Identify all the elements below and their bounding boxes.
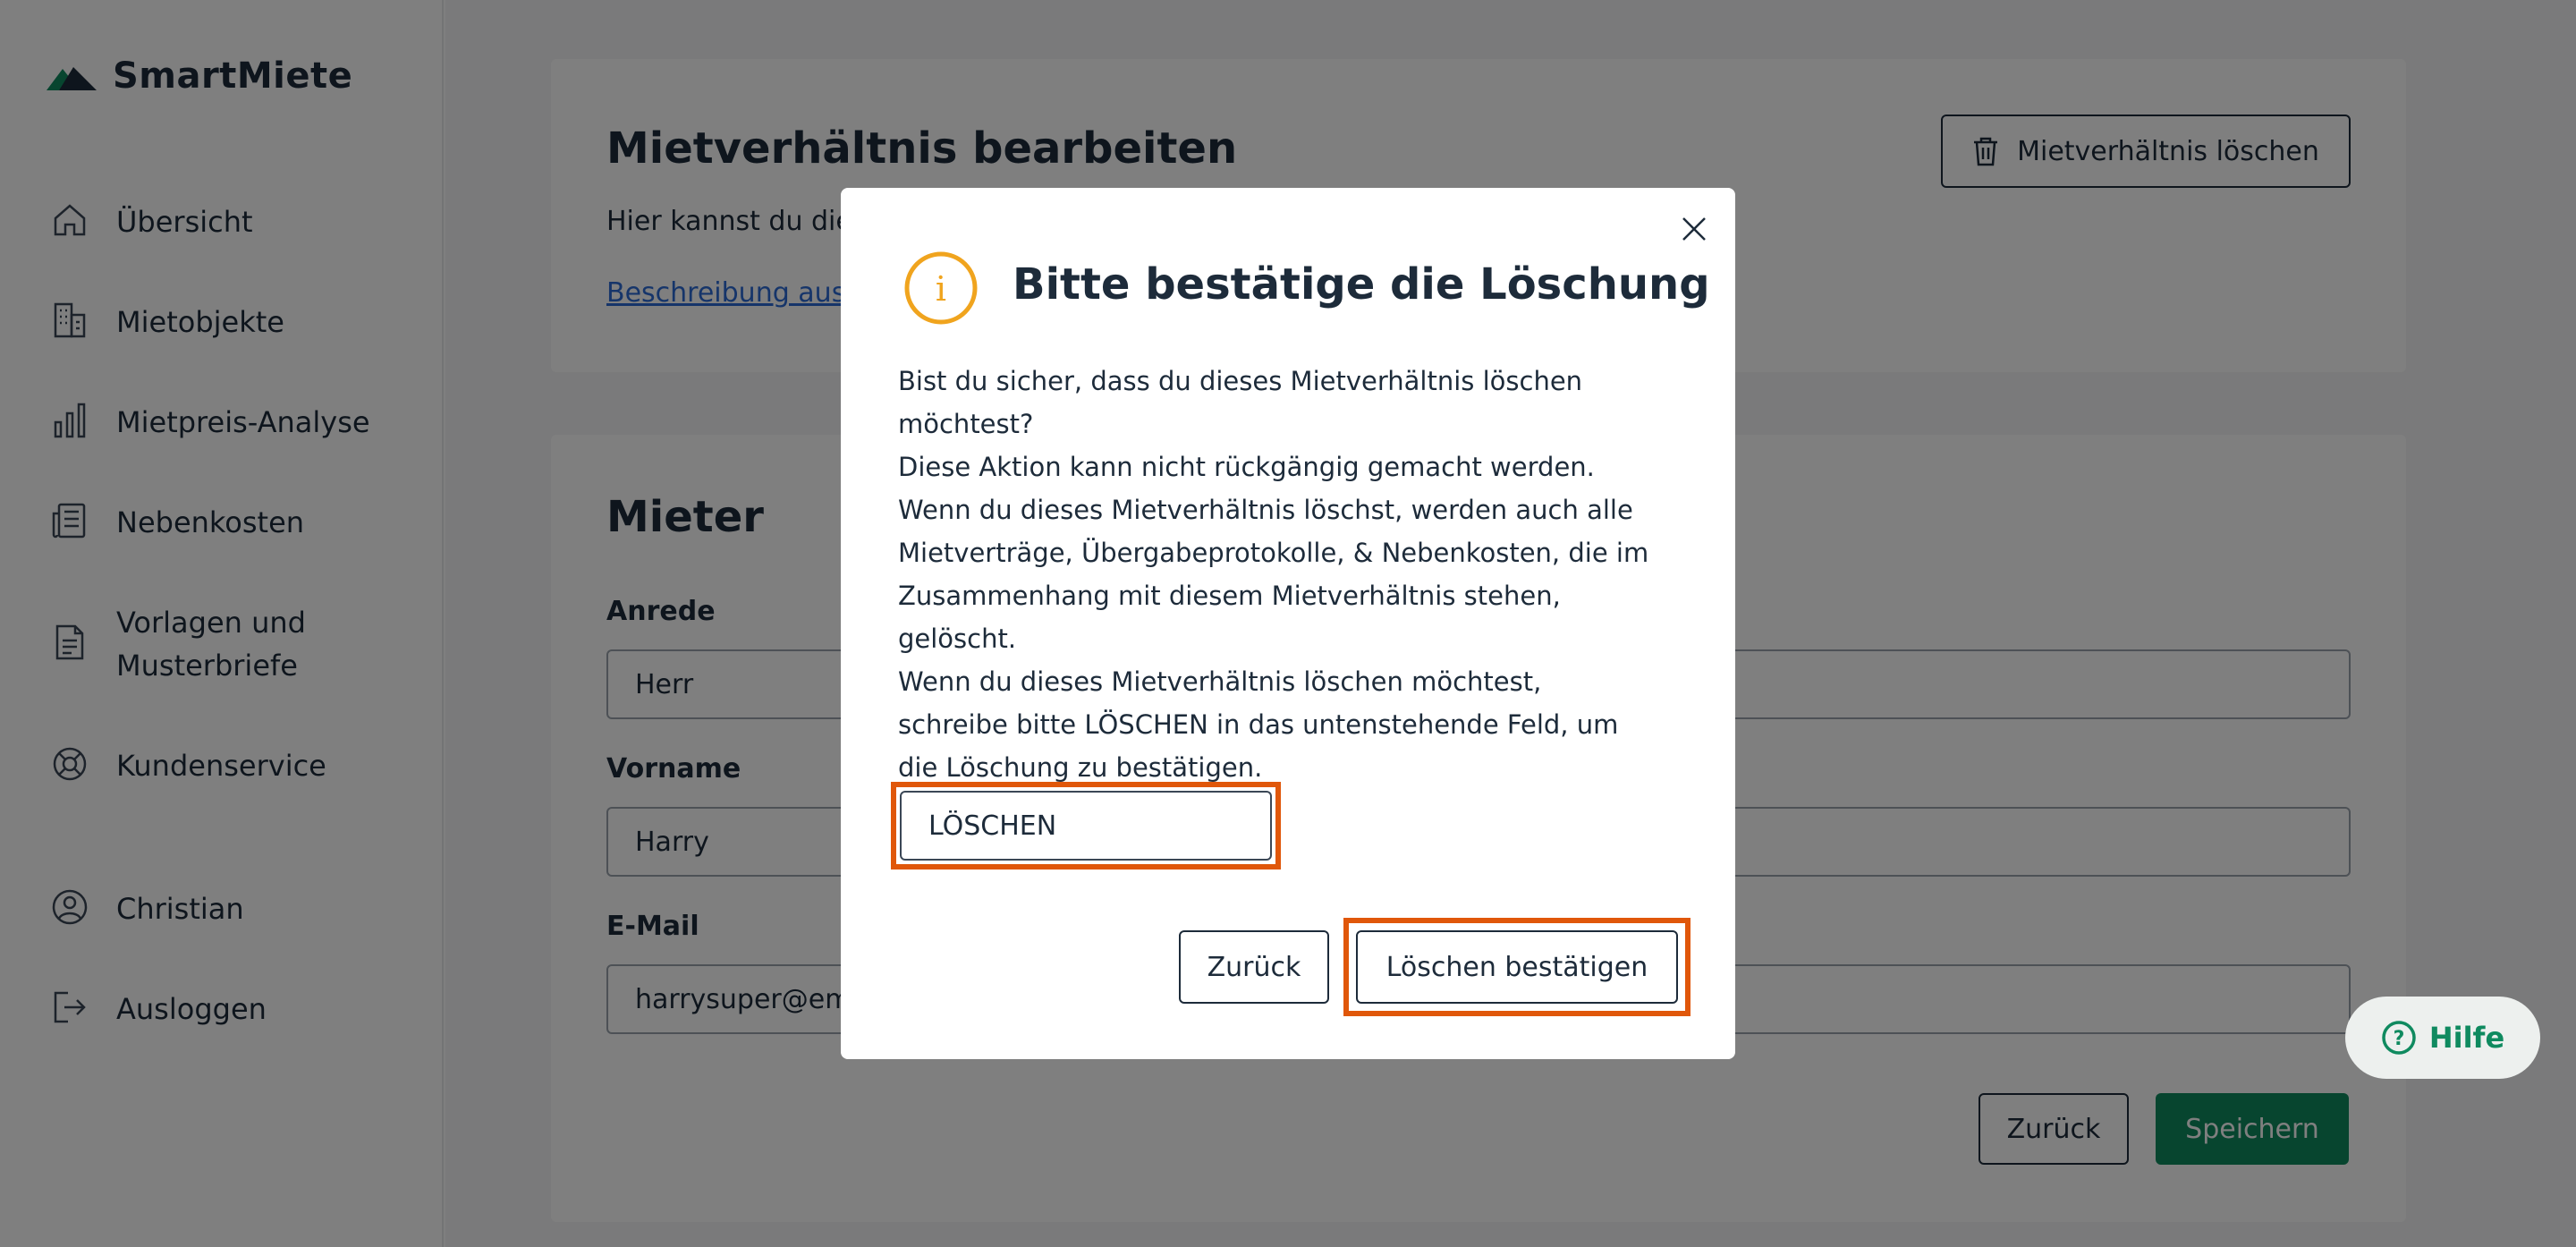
dialog-line: Bist du sicher, dass du dieses Mietverhä… (898, 366, 1583, 396)
delete-confirm-dialog: i Bitte bestätige die Löschung Bist du s… (841, 188, 1735, 1059)
dialog-line: Mietverträge, Übergabeprotokolle, & Nebe… (898, 538, 1649, 568)
close-icon (1682, 217, 1706, 241)
dialog-line: Diese Aktion kann nicht rückgängig gemac… (898, 452, 1595, 482)
dialog-line: möchtest? (898, 409, 1034, 439)
confirm-delete-input[interactable] (900, 791, 1272, 861)
svg-text:?: ? (2393, 1028, 2404, 1050)
dialog-line: Wenn du dieses Mietverhältnis löschst, w… (898, 495, 1633, 525)
help-button[interactable]: ? Hilfe (2345, 997, 2540, 1079)
dialog-line: schreibe bitte LÖSCHEN in das untenstehe… (898, 709, 1619, 740)
dialog-back-button[interactable]: Zurück (1179, 930, 1329, 1004)
dialog-line: Wenn du dieses Mietverhältnis löschen mö… (898, 666, 1542, 697)
svg-text:i: i (936, 269, 946, 309)
help-label: Hilfe (2428, 1021, 2505, 1055)
dialog-line: Zusammenhang mit diesem Mietverhältnis s… (898, 581, 1561, 611)
dialog-line: gelöscht. (898, 624, 1017, 654)
confirm-input-highlight (891, 782, 1281, 870)
close-dialog-button[interactable] (1673, 208, 1716, 250)
help-icon: ? (2382, 1021, 2416, 1055)
dialog-message: Bist du sicher, dass du dieses Mietverhä… (898, 360, 1685, 789)
dialog-title: Bitte bestätige die Löschung (1013, 259, 1710, 310)
info-icon: i (904, 251, 978, 325)
confirm-delete-button[interactable]: Löschen bestätigen (1356, 930, 1678, 1004)
confirm-button-highlight: Löschen bestätigen (1343, 918, 1690, 1016)
